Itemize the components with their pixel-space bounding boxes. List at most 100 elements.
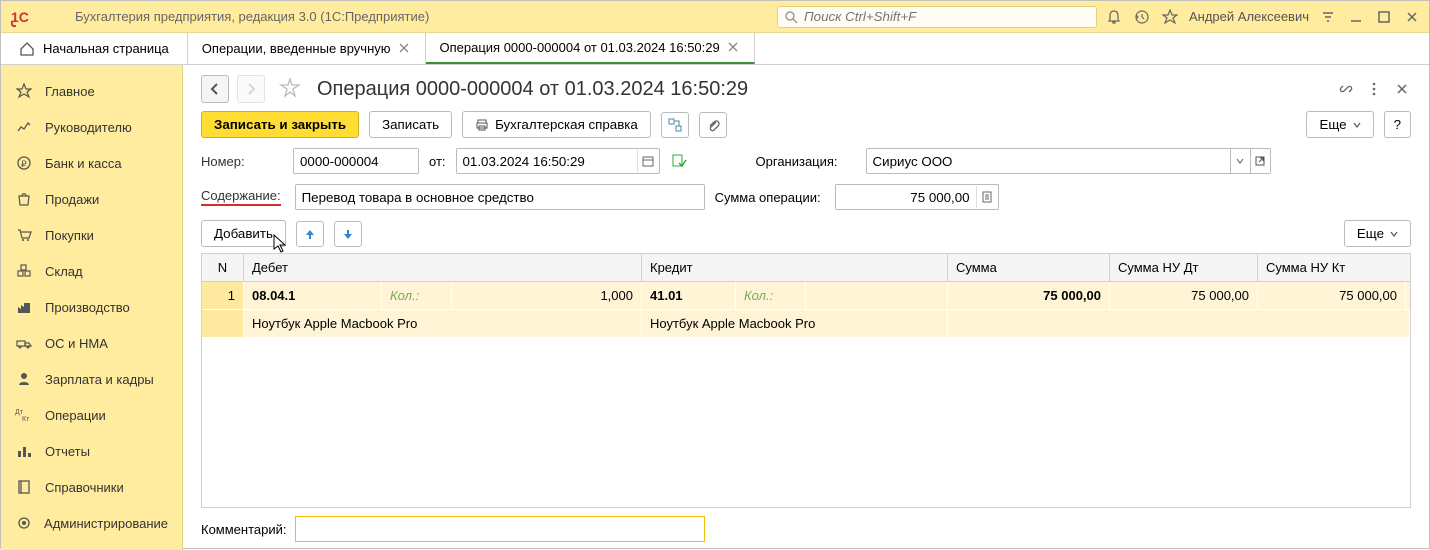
boxes-icon [15, 262, 33, 280]
kebab-icon[interactable] [1365, 80, 1383, 98]
entries-grid: N Дебет Кредит Сумма Сумма НУ Дт Сумма Н… [201, 253, 1411, 508]
sidebar-item-reports[interactable]: Отчеты [1, 433, 182, 469]
truck-icon [15, 334, 33, 352]
menu-icon[interactable] [49, 8, 67, 26]
col-n[interactable]: N [202, 254, 244, 281]
help-button[interactable]: ? [1384, 111, 1411, 138]
sidebar-item-assets[interactable]: ОС и НМА [1, 325, 182, 361]
move-down-button[interactable] [334, 221, 362, 247]
attach-button[interactable] [699, 112, 727, 138]
related-docs-button[interactable] [661, 112, 689, 138]
comment-input[interactable] [295, 516, 705, 542]
dtkt-icon: ДтКт [15, 406, 33, 424]
book-icon [15, 478, 33, 496]
sum-input[interactable] [836, 185, 976, 209]
app-title: Бухгалтерия предприятия, редакция 3.0 (1… [75, 9, 429, 24]
more-button[interactable]: Еще [1306, 111, 1373, 138]
sidebar-item-label: Покупки [45, 228, 94, 243]
sidebar-item-label: Производство [45, 300, 130, 315]
sidebar-item-operations[interactable]: ДтКтОперации [1, 397, 182, 433]
sidebar-item-dictionaries[interactable]: Справочники [1, 469, 182, 505]
tab-operations-list[interactable]: Операции, введенные вручную [188, 33, 426, 64]
sidebar-item-label: Зарплата и кадры [45, 372, 154, 387]
save-button[interactable]: Записать [369, 111, 452, 138]
app-logo: 1С [9, 5, 41, 29]
org-label: Организация: [756, 154, 856, 169]
sidebar-item-label: Продажи [45, 192, 99, 207]
grid-row-detail[interactable]: Ноутбук Apple Macbook Pro Ноутбук Apple … [202, 310, 1410, 338]
history-icon[interactable] [1133, 8, 1151, 26]
sidebar-item-bank[interactable]: ₽ Банк и касса [1, 145, 182, 181]
forward-button[interactable] [237, 75, 265, 103]
global-search-input[interactable] [777, 6, 1097, 28]
back-button[interactable] [201, 75, 229, 103]
col-nukt[interactable]: Сумма НУ Кт [1258, 254, 1406, 281]
sum-label: Сумма операции: [715, 190, 825, 205]
col-nudt[interactable]: Сумма НУ Дт [1110, 254, 1258, 281]
sidebar-item-label: ОС и НМА [45, 336, 108, 351]
close-doc-icon[interactable] [1393, 80, 1411, 98]
number-input[interactable] [294, 149, 418, 173]
page-title: Операция 0000-000004 от 01.03.2024 16:50… [317, 78, 1329, 101]
sidebar-item-buy[interactable]: Покупки [1, 217, 182, 253]
sidebar-item-hr[interactable]: Зарплата и кадры [1, 361, 182, 397]
coin-icon: ₽ [15, 154, 33, 172]
calendar-icon[interactable] [637, 150, 659, 172]
sidebar-item-stock[interactable]: Склад [1, 253, 182, 289]
calc-icon[interactable] [976, 186, 998, 208]
add-row-button[interactable]: Добавить [201, 220, 286, 247]
row-n: 1 [202, 282, 244, 309]
tab-home[interactable]: Начальная страница [1, 33, 188, 64]
cart-icon [15, 226, 33, 244]
from-label: от: [429, 154, 446, 169]
col-kredit[interactable]: Кредит [642, 254, 948, 281]
comment-label: Комментарий: [201, 522, 287, 537]
move-up-button[interactable] [296, 221, 324, 247]
tab-operation-doc[interactable]: Операция 0000-000004 от 01.03.2024 16:50… [426, 33, 755, 64]
save-close-button[interactable]: Записать и закрыть [201, 111, 359, 138]
sidebar: Главное Руководителю ₽ Банк и касса Прода… [1, 65, 183, 550]
favorite-star-icon[interactable] [279, 77, 303, 101]
kredit-detail: Ноутбук Apple Macbook Pro [642, 310, 948, 337]
date-input[interactable] [457, 149, 637, 173]
debet-detail: Ноутбук Apple Macbook Pro [244, 310, 642, 337]
maximize-icon[interactable] [1375, 8, 1393, 26]
gear-icon [15, 514, 32, 532]
dropdown-icon[interactable] [1230, 149, 1250, 173]
user-name[interactable]: Андрей Алексеевич [1189, 9, 1309, 24]
debet-account: 08.04.1 [244, 282, 382, 309]
bell-icon[interactable] [1105, 8, 1123, 26]
link-icon[interactable] [1337, 80, 1355, 98]
sidebar-item-main[interactable]: Главное [1, 73, 182, 109]
star-icon[interactable] [1161, 8, 1179, 26]
sidebar-item-prod[interactable]: Производство [1, 289, 182, 325]
approve-icon[interactable] [670, 152, 688, 170]
accounting-report-button[interactable]: Бухгалтерская справка [462, 111, 651, 138]
tab-label: Операции, введенные вручную [202, 41, 391, 56]
open-icon[interactable] [1250, 149, 1270, 173]
grid-row[interactable]: 1 08.04.1 Кол.: 1,000 41.01 Кол.: 75 000… [202, 282, 1410, 310]
sidebar-item-manager[interactable]: Руководителю [1, 109, 182, 145]
sidebar-item-sales[interactable]: Продажи [1, 181, 182, 217]
close-icon[interactable] [399, 43, 411, 55]
filter-icon[interactable] [1319, 8, 1337, 26]
col-sum[interactable]: Сумма [948, 254, 1110, 281]
close-window-icon[interactable] [1403, 8, 1421, 26]
star-icon [15, 82, 33, 100]
tab-home-label: Начальная страница [43, 41, 169, 56]
sidebar-item-label: Банк и касса [45, 156, 122, 171]
nukt-cell: 75 000,00 [1258, 282, 1406, 309]
number-label: Номер: [201, 154, 283, 169]
close-icon[interactable] [728, 42, 740, 54]
minimize-icon[interactable] [1347, 8, 1365, 26]
bars-icon [15, 442, 33, 460]
content-input[interactable] [296, 185, 704, 209]
col-debet[interactable]: Дебет [244, 254, 642, 281]
svg-text:Кт: Кт [22, 416, 30, 423]
more-button-2[interactable]: Еще [1344, 220, 1411, 247]
sidebar-item-label: Администрирование [44, 516, 168, 531]
org-input[interactable] [867, 149, 1230, 173]
sidebar-item-label: Главное [45, 84, 95, 99]
bag-icon [15, 190, 33, 208]
sidebar-item-admin[interactable]: Администрирование [1, 505, 182, 541]
